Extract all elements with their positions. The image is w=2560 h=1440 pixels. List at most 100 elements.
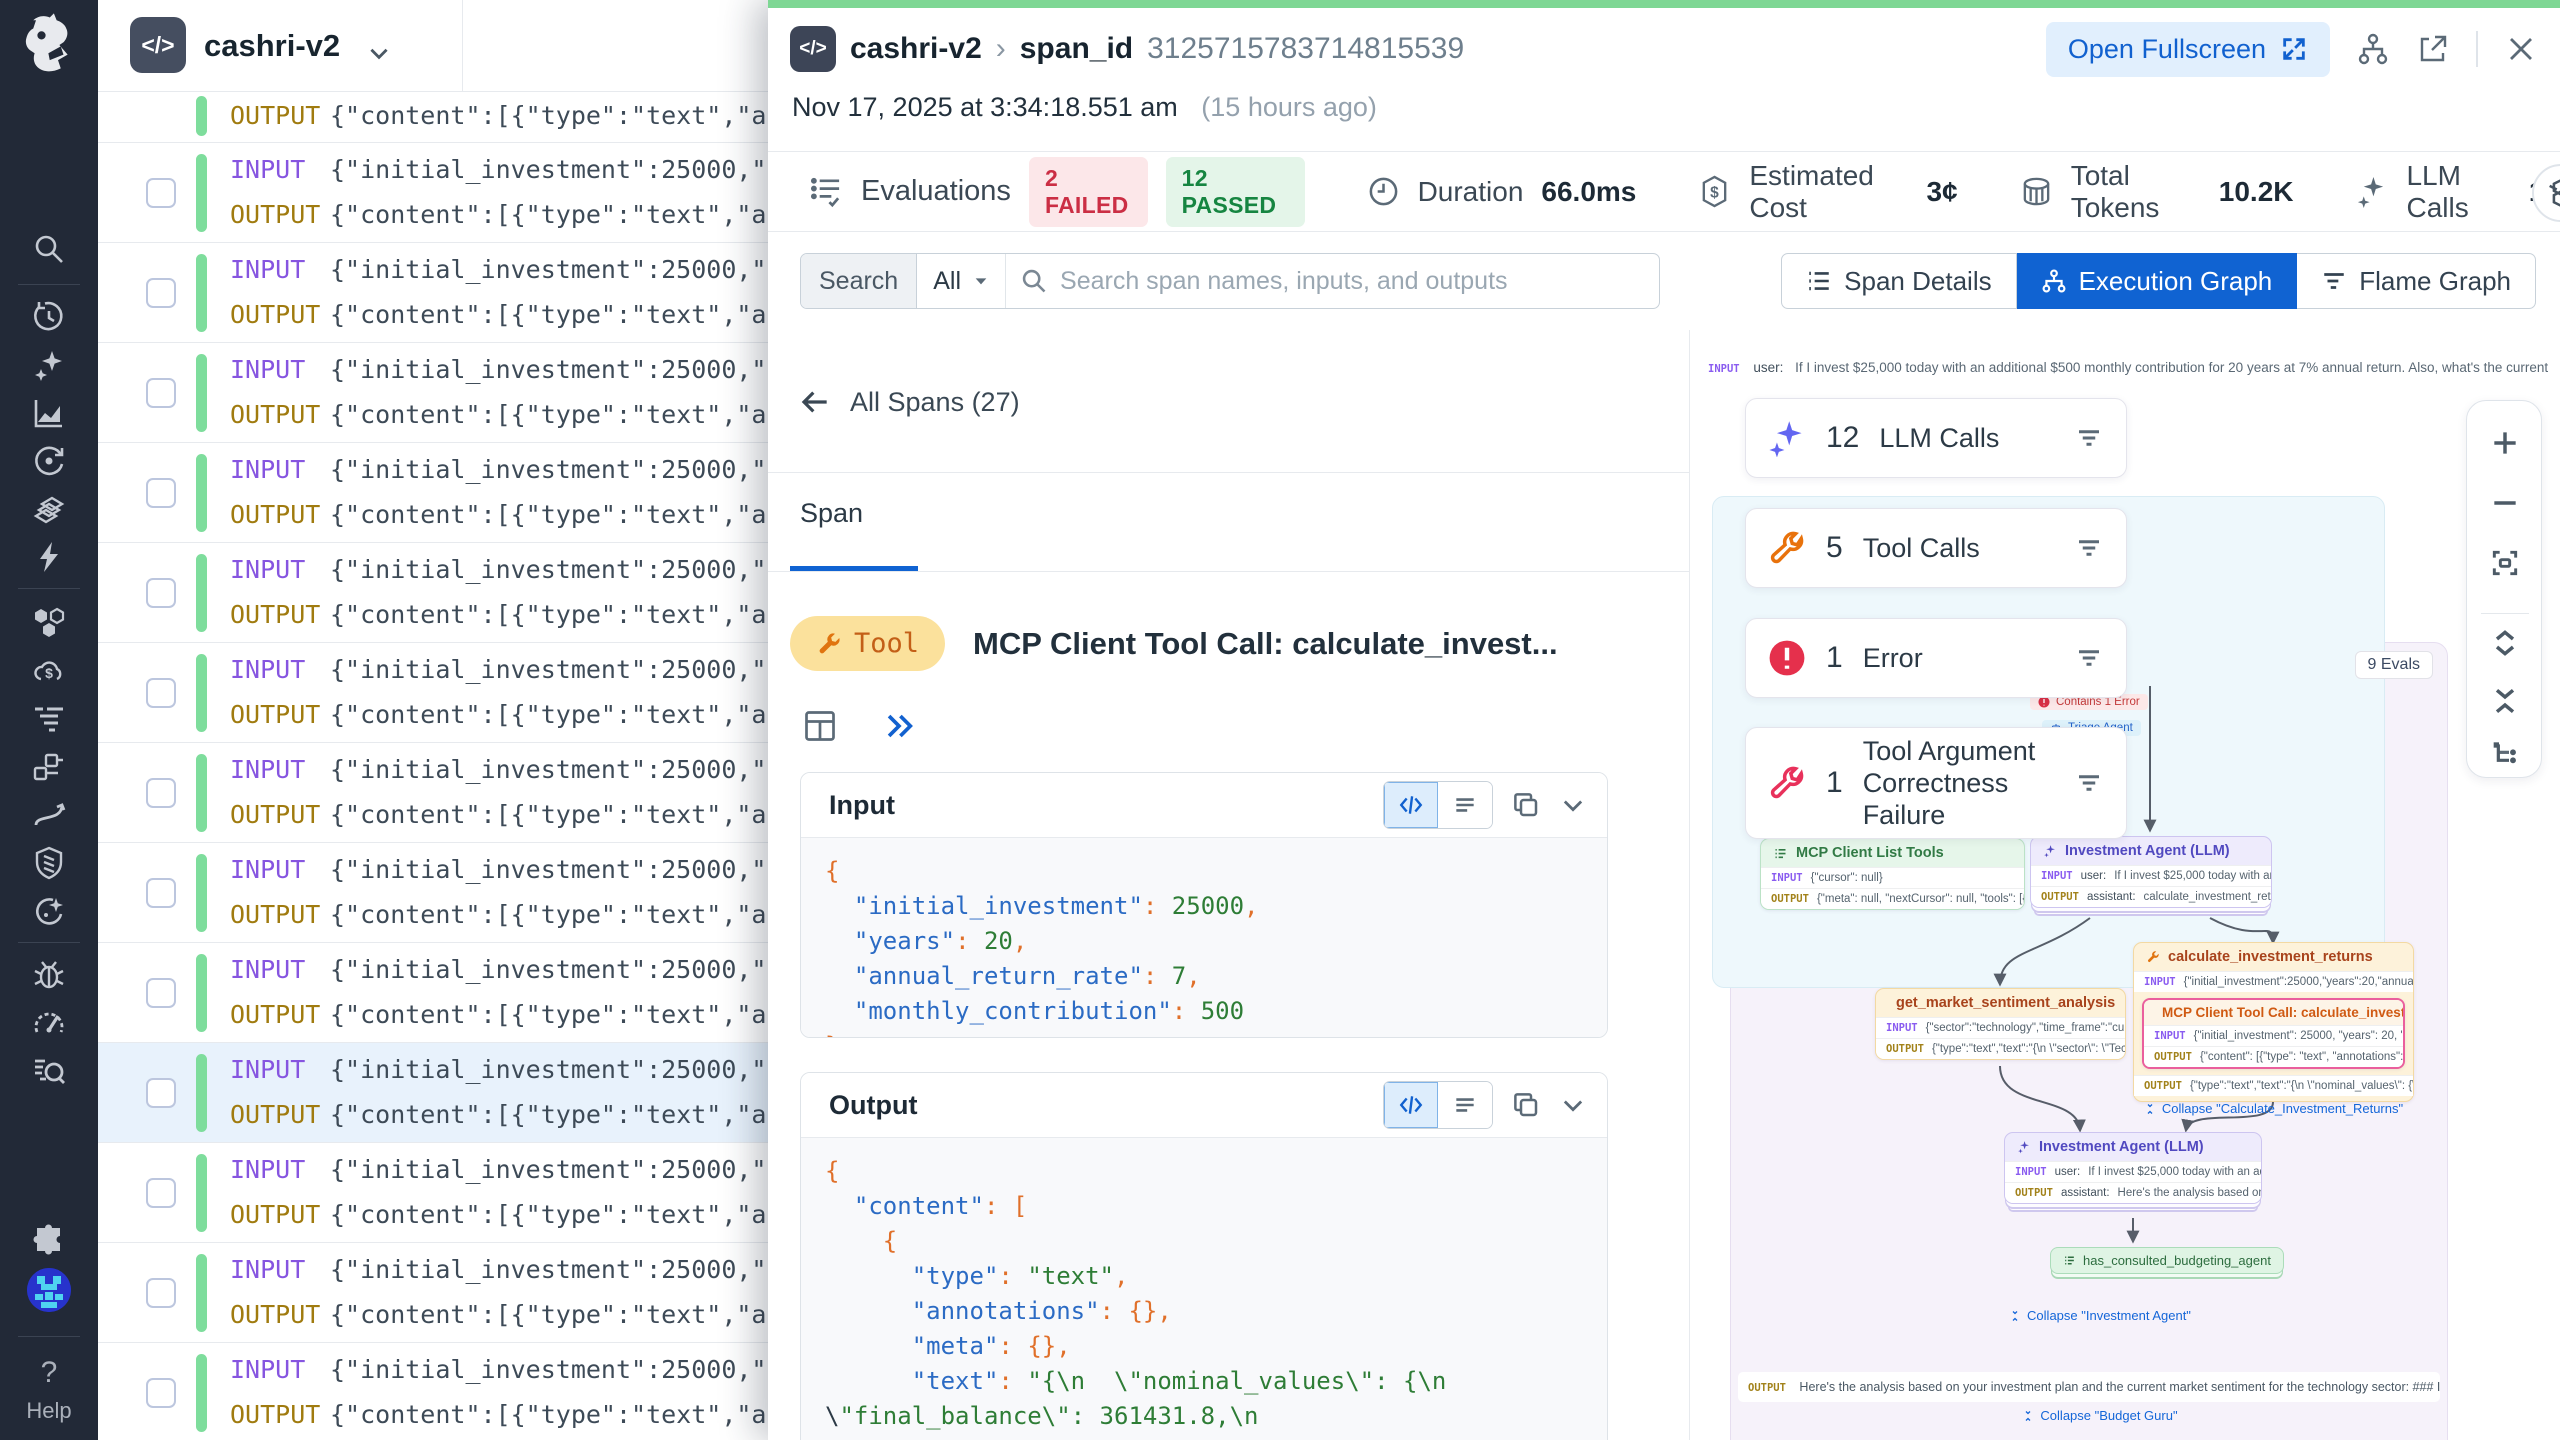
breadcrumb-project[interactable]: cashri-v2: [850, 32, 982, 66]
card-tool-calls[interactable]: 5 Tool Calls: [1745, 508, 2127, 588]
row-checkbox[interactable]: [146, 778, 176, 808]
layers-icon[interactable]: [32, 492, 66, 526]
search-input[interactable]: [1060, 267, 1645, 296]
output-json[interactable]: { "content": [ { "type": "text", "annota…: [801, 1137, 1607, 1440]
row-checkbox[interactable]: [146, 1278, 176, 1308]
search-icon[interactable]: [32, 232, 66, 266]
cloud-cost-icon[interactable]: $: [32, 654, 66, 688]
log-filter-icon[interactable]: [32, 702, 66, 736]
graph-root-output-row[interactable]: OUTPUT Here's the analysis based on your…: [1738, 1372, 2440, 1402]
collapse-chevron-icon[interactable]: [1559, 1091, 1587, 1119]
node-investment-agent-2[interactable]: Investment Agent (LLM) INPUTuser:If I in…: [2004, 1132, 2262, 1204]
span-list-row[interactable]: OUTPUT{"content":[{"type":"text","a: [98, 92, 768, 143]
card-error[interactable]: 1 Error: [1745, 618, 2127, 698]
span-list-row[interactable]: INPUT{"initial_investment":25000," OUTPU…: [98, 1043, 768, 1143]
row-checkbox[interactable]: [146, 678, 176, 708]
node-has-consulted-budgeting-agent[interactable]: has_consulted_budgeting_agent: [2050, 1247, 2284, 1274]
filter-icon[interactable]: [2074, 768, 2104, 798]
copy-icon[interactable]: [1511, 1090, 1541, 1120]
card-tool-argument-failure[interactable]: 1 Tool Argument Correctness Failure: [1745, 727, 2127, 839]
history-icon[interactable]: [32, 300, 66, 334]
bits-ai-icon[interactable]: [32, 894, 66, 928]
row-checkbox[interactable]: [146, 578, 176, 608]
node-get-market-sentiment[interactable]: get_market_sentiment_analysis INPUT{"sec…: [1875, 988, 2126, 1060]
tab-span[interactable]: Span: [800, 498, 863, 529]
zoom-out-button[interactable]: [2489, 487, 2521, 519]
collapse-investment-agent-link[interactable]: Collapse "Investment Agent": [1980, 1308, 2220, 1323]
zoom-in-button[interactable]: [2489, 427, 2521, 459]
span-list-row[interactable]: INPUT{"initial_investment":25000," OUTPU…: [98, 543, 768, 643]
expand-panel-icon[interactable]: [882, 709, 916, 743]
text-view-button[interactable]: [1438, 782, 1492, 828]
pipelines-icon[interactable]: [32, 798, 66, 832]
code-view-button[interactable]: [1384, 782, 1438, 828]
span-list-row[interactable]: INPUT{"initial_investment":25000," OUTPU…: [98, 843, 768, 943]
metrics-chart-icon[interactable]: [32, 396, 66, 430]
node-mcp-client-tool-call[interactable]: MCP Client Tool Call: calculate_investme…: [2142, 998, 2405, 1069]
service-target-icon[interactable]: [32, 444, 66, 478]
card-llm-calls[interactable]: 12 LLM Calls: [1745, 398, 2127, 478]
help-button[interactable]: ? Help: [0, 1356, 98, 1424]
filter-icon[interactable]: [2074, 533, 2104, 563]
span-list-row[interactable]: INPUT{"initial_investment":25000," OUTPU…: [98, 343, 768, 443]
back-to-all-spans[interactable]: All Spans (27): [800, 386, 1020, 418]
security-shield-icon[interactable]: [32, 846, 66, 880]
span-list-row[interactable]: INPUT{"initial_investment":25000," OUTPU…: [98, 643, 768, 743]
collapse-calculate-returns-link[interactable]: Collapse "Calculate_Investment_Returns": [2134, 1096, 2413, 1121]
project-selector[interactable]: cashri-v2: [204, 28, 340, 64]
collapse-budget-guru-link[interactable]: Collapse "Budget Guru": [1980, 1408, 2220, 1423]
node-mcp-client-list-tools[interactable]: MCP Client List Tools INPUT{"cursor": nu…: [1760, 838, 2025, 910]
evals-badge[interactable]: 9 Evals: [2355, 651, 2433, 679]
span-list-row[interactable]: INPUT{"initial_investment":25000," OUTPU…: [98, 243, 768, 343]
row-checkbox[interactable]: [146, 278, 176, 308]
row-checkbox[interactable]: [146, 378, 176, 408]
datadog-logo[interactable]: [14, 12, 80, 78]
text-view-button[interactable]: [1438, 1082, 1492, 1128]
tab-span-details[interactable]: Span Details: [1781, 253, 2016, 309]
filter-icon[interactable]: [2074, 643, 2104, 673]
passed-badge[interactable]: 12 PASSED: [1166, 157, 1305, 227]
span-list-row[interactable]: INPUT{"initial_investment":25000," OUTPU…: [98, 1243, 768, 1343]
row-checkbox[interactable]: [146, 1378, 176, 1408]
open-in-new-icon[interactable]: [2416, 32, 2450, 66]
fit-to-screen-button[interactable]: [2489, 547, 2521, 579]
copy-icon[interactable]: [1511, 790, 1541, 820]
sparkles-icon[interactable]: [32, 348, 66, 382]
span-list-row[interactable]: INPUT{"initial_investment":25000," OUTPU…: [98, 943, 768, 1043]
failed-badge[interactable]: 2 FAILED: [1029, 157, 1148, 227]
input-json[interactable]: { "initial_investment": 25000, "years": …: [801, 837, 1607, 1037]
gauge-icon[interactable]: [32, 1006, 66, 1040]
span-list-row[interactable]: INPUT{"initial_investment":25000," OUTPU…: [98, 443, 768, 543]
collapse-all-button[interactable]: [2489, 685, 2521, 717]
bug-icon[interactable]: [32, 958, 66, 992]
span-list-row[interactable]: INPUT{"initial_investment":25000," OUTPU…: [98, 143, 768, 243]
filter-icon[interactable]: [2074, 423, 2104, 453]
span-list-row[interactable]: INPUT{"initial_investment":25000," OUTPU…: [98, 1343, 768, 1440]
collapse-chevron-icon[interactable]: [1559, 791, 1587, 819]
workflows-icon[interactable]: [32, 750, 66, 784]
tab-execution-graph[interactable]: Execution Graph: [2017, 253, 2298, 309]
node-investment-agent-1[interactable]: Investment Agent (LLM) INPUTuser:If I in…: [2030, 836, 2272, 908]
node-calculate-investment-returns[interactable]: calculate_investment_returns INPUT{"init…: [2133, 942, 2414, 1102]
open-fullscreen-button[interactable]: Open Fullscreen: [2046, 22, 2330, 77]
tab-flame-graph[interactable]: Flame Graph: [2297, 253, 2536, 309]
row-checkbox[interactable]: [146, 1078, 176, 1108]
user-avatar[interactable]: [27, 1268, 71, 1312]
trace-tree-icon[interactable]: [2356, 32, 2390, 66]
close-icon[interactable]: [2504, 32, 2538, 66]
search-scope-dropdown[interactable]: All: [917, 254, 1006, 308]
code-view-button[interactable]: [1384, 1082, 1438, 1128]
row-checkbox[interactable]: [146, 478, 176, 508]
span-list-row[interactable]: INPUT{"initial_investment":25000," OUTPU…: [98, 1143, 768, 1243]
hexagons-icon[interactable]: [32, 606, 66, 640]
row-checkbox[interactable]: [146, 1178, 176, 1208]
integrations-puzzle-icon[interactable]: [32, 1224, 66, 1258]
log-search-icon[interactable]: [32, 1054, 66, 1088]
tree-layout-button[interactable]: [2489, 739, 2521, 771]
chevron-down-icon[interactable]: [366, 40, 392, 66]
project-chip-icon[interactable]: </>: [130, 17, 186, 73]
row-checkbox[interactable]: [146, 878, 176, 908]
table-view-icon[interactable]: [802, 708, 838, 744]
row-checkbox[interactable]: [146, 178, 176, 208]
bolt-icon[interactable]: [32, 540, 66, 574]
